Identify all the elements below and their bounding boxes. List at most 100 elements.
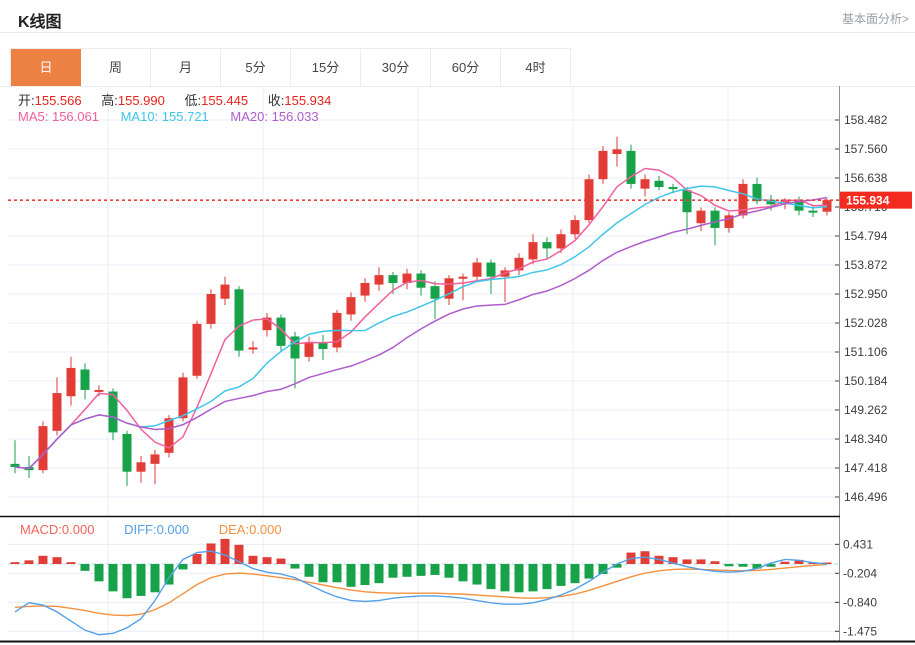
macd-bar: [557, 564, 566, 586]
svg-text:150.184: 150.184: [844, 374, 888, 388]
dea-value: DEA:0.000: [219, 522, 282, 537]
svg-text:158.482: 158.482: [844, 113, 888, 127]
macd-bar: [53, 557, 62, 564]
candle-body: [221, 285, 230, 299]
svg-text:152.028: 152.028: [844, 316, 888, 330]
macd-bar: [123, 564, 132, 598]
ohlc-low-label: 低:: [185, 93, 202, 108]
macd-bar: [347, 564, 356, 587]
candle-body: [697, 211, 706, 224]
macd-bar: [739, 564, 748, 567]
candle-body: [305, 343, 314, 357]
candle-body: [361, 283, 370, 296]
grid-layer: [8, 86, 839, 641]
svg-text:0.431: 0.431: [843, 537, 873, 551]
macd-bar: [361, 564, 370, 585]
macd-bar: [137, 564, 146, 596]
candle-body: [557, 234, 566, 248]
svg-text:152.950: 152.950: [844, 287, 888, 301]
candle-body: [459, 277, 468, 279]
candle-body: [809, 211, 818, 213]
macd-bar: [725, 564, 734, 566]
macd-bar: [515, 564, 524, 592]
macd-bar: [501, 564, 510, 591]
candle-body: [39, 426, 48, 470]
svg-text:147.418: 147.418: [844, 461, 888, 475]
candle-body: [151, 454, 160, 463]
candle-body: [613, 149, 622, 154]
candle-body: [669, 187, 678, 189]
ohlc-row: 开:155.566 高:155.990 低:155.445 收:155.934: [18, 90, 347, 109]
svg-text:-0.840: -0.840: [843, 595, 877, 609]
macd-bar: [291, 564, 300, 569]
candle-body: [599, 151, 608, 179]
macd-bar: [529, 564, 538, 591]
macd-bar: [403, 564, 412, 577]
macd-bar: [11, 562, 20, 564]
kline-widget: K线图 基本面分析> 日周月5分15分30分60分4时 158.482157.5…: [0, 0, 915, 645]
macd-bar: [277, 559, 286, 564]
macd-bar: [417, 564, 426, 576]
candle-body: [95, 390, 104, 392]
ohlc-close-value: 155.934: [284, 93, 331, 108]
macd-row: MACD:0.000 DIFF:0.000 DEA:0.000: [20, 522, 308, 537]
candle-body: [375, 275, 384, 284]
svg-text:153.872: 153.872: [844, 258, 888, 272]
svg-text:149.262: 149.262: [844, 403, 888, 417]
macd-bar: [179, 564, 188, 569]
macd-bar: [249, 556, 258, 564]
macd-bar: [571, 564, 580, 583]
macd-bar: [305, 564, 314, 577]
macd-bar: [333, 564, 342, 582]
svg-text:146.496: 146.496: [844, 490, 888, 504]
candle-body: [711, 211, 720, 228]
macd-bar: [543, 564, 552, 589]
macd-value: MACD:0.000: [20, 522, 94, 537]
ohlc-close-label: 收:: [268, 93, 285, 108]
candle-body: [235, 289, 244, 350]
candle-body: [81, 369, 90, 389]
macd-bar: [207, 543, 216, 564]
macd-bar: [375, 564, 384, 583]
macd-bar: [389, 564, 398, 578]
macd-bar: [25, 560, 34, 564]
candle-body: [571, 220, 580, 234]
candle-body: [543, 242, 552, 248]
ohlc-open-value: 155.566: [35, 93, 82, 108]
svg-text:154.794: 154.794: [844, 229, 888, 243]
candle-body: [123, 434, 132, 472]
ma20-value: MA20: 156.033: [230, 109, 318, 124]
macd-layer: [8, 539, 839, 635]
macd-bar: [445, 564, 454, 578]
candle-body: [179, 377, 188, 418]
macd-bar: [487, 564, 496, 589]
candle-body: [641, 179, 650, 188]
ohlc-low-value: 155.445: [201, 93, 248, 108]
ma10-value: MA10: 155.721: [121, 109, 209, 124]
macd-bar: [459, 564, 468, 581]
macd-bar: [263, 557, 272, 564]
macd-bar: [781, 562, 790, 564]
candle-body: [529, 242, 538, 259]
svg-text:148.340: 148.340: [844, 432, 888, 446]
last-price-tag-text: 155.934: [846, 194, 890, 208]
diff-value: DIFF:0.000: [124, 522, 189, 537]
axis-layer: 158.482157.560156.638155.716154.794153.8…: [0, 86, 915, 642]
candle-body: [53, 393, 62, 431]
macd-bar: [697, 559, 706, 564]
macd-bar: [81, 564, 90, 571]
candle-body: [319, 343, 328, 349]
macd-bar: [683, 559, 692, 564]
svg-text:151.106: 151.106: [844, 345, 888, 359]
candle-body: [207, 294, 216, 324]
ma20-line: [15, 198, 827, 469]
ohlc-high-value: 155.990: [118, 93, 165, 108]
svg-text:-1.475: -1.475: [843, 624, 877, 638]
candle-body: [431, 286, 440, 299]
candle-body: [655, 181, 664, 187]
svg-text:156.638: 156.638: [844, 171, 888, 185]
candle-body: [249, 347, 258, 349]
ma-row: MA5: 156.061 MA10: 155.721 MA20: 156.033: [18, 109, 337, 124]
macd-bar: [711, 561, 720, 564]
candle-body: [473, 263, 482, 277]
